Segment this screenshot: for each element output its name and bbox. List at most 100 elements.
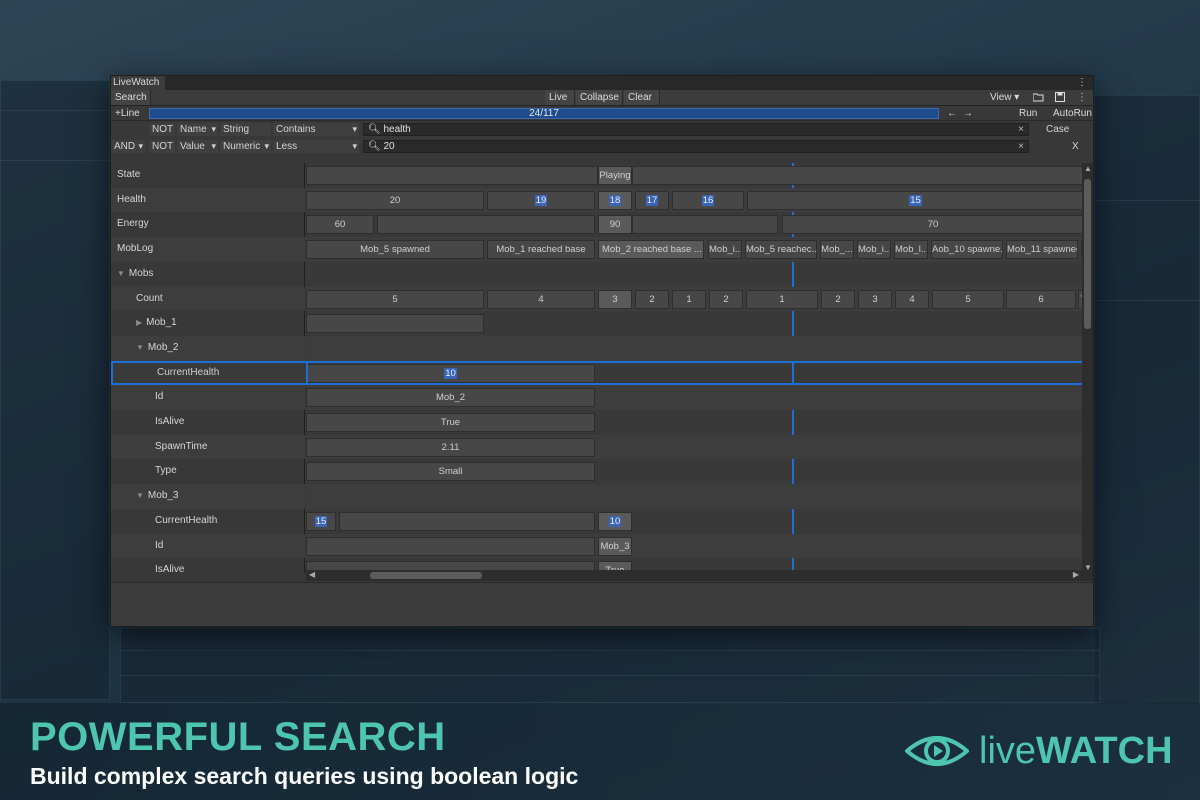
value-cell[interactable]	[306, 314, 484, 334]
value-cell[interactable]: Small	[306, 462, 595, 482]
live-button[interactable]: Live	[545, 90, 575, 105]
row-label[interactable]: ▼ Mob_2	[111, 335, 305, 361]
value-cell[interactable]: Mob_2 reached base ...	[598, 240, 704, 260]
value-cell[interactable]: Aob_10 spawne...	[931, 240, 1003, 260]
collapsed-triangle-icon[interactable]: ▶	[136, 318, 142, 327]
value-cell[interactable]: 10	[598, 511, 632, 531]
value-cell[interactable]	[339, 511, 595, 531]
vertical-scrollbar[interactable]: ▲ ▼	[1082, 163, 1093, 573]
value-cell[interactable]	[632, 166, 1084, 185]
value-cell[interactable]: Mob_2	[306, 388, 595, 408]
horizontal-scrollbar[interactable]: ◀ ▶	[306, 570, 1093, 581]
clear-icon[interactable]: ×	[1018, 141, 1024, 152]
value-cell[interactable]: 17	[635, 190, 669, 210]
field-dropdown[interactable]: Value	[177, 140, 218, 153]
search-icon: 🔍︎	[368, 124, 381, 135]
row-label[interactable]: ▶ Mob_1	[111, 311, 305, 336]
value-cell[interactable]	[377, 215, 595, 235]
search-button[interactable]: Search	[111, 90, 151, 105]
expanded-triangle-icon[interactable]: ▼	[117, 269, 125, 278]
horizontal-scroll-thumb[interactable]	[370, 572, 482, 579]
value-cell[interactable]: 5	[932, 289, 1004, 309]
open-folder-icon[interactable]	[1029, 90, 1045, 105]
more-menu-icon[interactable]: ⋮	[1073, 90, 1087, 105]
value-cell[interactable]: 15	[306, 511, 336, 531]
value-cell[interactable]: 2.11	[306, 437, 595, 457]
scroll-up-icon[interactable]: ▲	[1084, 164, 1092, 173]
value-cell[interactable]: 70	[782, 215, 1084, 235]
vertical-scroll-thumb[interactable]	[1084, 179, 1091, 329]
value-cell[interactable]: 6	[1006, 289, 1076, 309]
search-input[interactable]: 🔍︎ health ×	[363, 123, 1029, 136]
prev-arrow-icon[interactable]: ←	[943, 106, 957, 121]
value-cell[interactable]: Mob_11 spawnec..	[1006, 240, 1078, 260]
value-cell[interactable]: 4	[895, 289, 929, 309]
view-dropdown[interactable]: View ▾	[986, 90, 1026, 105]
value-cell[interactable]: 90	[598, 215, 632, 235]
value-cell[interactable]: Mob_i...	[708, 240, 742, 260]
save-icon[interactable]	[1051, 90, 1067, 105]
value-cell[interactable]: 18	[598, 190, 632, 210]
value-cell[interactable]	[632, 215, 778, 235]
case-toggle[interactable]: Case	[1043, 123, 1073, 136]
clear-button[interactable]: Clear	[624, 90, 660, 105]
banner-headline: POWERFUL SEARCH	[30, 715, 446, 759]
window-tab[interactable]: LiveWatch	[111, 76, 165, 90]
value-cell[interactable]: Mob_1 reached base	[487, 240, 595, 260]
value-cell[interactable]: 5	[306, 289, 484, 309]
row-label: Id	[111, 533, 305, 559]
expanded-triangle-icon[interactable]: ▼	[136, 491, 144, 500]
scroll-left-icon[interactable]: ◀	[309, 570, 315, 579]
value-row	[306, 484, 1093, 509]
value-cell[interactable]: True	[306, 413, 595, 432]
value-cell[interactable]: 16	[672, 190, 744, 210]
logic-dropdown[interactable]: AND	[111, 140, 145, 153]
selected-row-label[interactable]: CurrentHealth	[111, 360, 306, 385]
add-line-button[interactable]: +Line	[111, 106, 145, 121]
next-arrow-icon[interactable]: →	[959, 106, 973, 121]
operator-dropdown[interactable]: Less	[273, 140, 359, 153]
value-cell[interactable]: 2	[635, 289, 669, 309]
field-dropdown[interactable]: Name	[177, 123, 218, 136]
value-cell[interactable]: Mob_i...	[857, 240, 891, 260]
collapse-button[interactable]: Collapse	[576, 90, 623, 105]
value-cell[interactable]: Mob_5 reachec...	[745, 240, 817, 260]
search-match-highlight: 10	[608, 515, 622, 527]
value-cell[interactable]: 15	[747, 190, 1084, 210]
expanded-triangle-icon[interactable]: ▼	[136, 343, 144, 352]
scroll-right-icon[interactable]: ▶	[1073, 570, 1079, 579]
value-cell[interactable]: 4	[487, 289, 595, 309]
value-cell[interactable]	[306, 166, 598, 185]
row-label[interactable]: ▼ Mobs	[111, 262, 305, 287]
value-cell[interactable]: Playing	[598, 166, 632, 185]
type-dropdown[interactable]: Numeric	[220, 140, 271, 153]
value-cell[interactable]	[306, 536, 595, 556]
not-toggle[interactable]: NOT	[149, 140, 175, 153]
value-cell[interactable]: 1	[746, 289, 818, 309]
autorun-button[interactable]: AutoRun	[1049, 106, 1093, 121]
value-cell[interactable]: 20	[306, 190, 484, 210]
value-cell[interactable]: 3	[598, 289, 632, 309]
value-cell[interactable]: Mob_3	[598, 536, 632, 556]
value-cell[interactable]: 2	[821, 289, 855, 309]
clear-icon[interactable]: ×	[1018, 124, 1024, 135]
value-cell[interactable]: Mob_...	[820, 240, 854, 260]
value-cell[interactable]: 19	[487, 190, 595, 210]
value-cell[interactable]: Mob_5 spawned	[306, 240, 484, 260]
value-cell[interactable]: 2	[709, 289, 743, 309]
not-toggle[interactable]: NOT	[149, 123, 175, 136]
value-cell[interactable]: 60	[306, 215, 374, 235]
run-button[interactable]: Run	[1015, 106, 1045, 121]
row-label-text: Mobs	[128, 267, 154, 279]
row-label[interactable]: ▼ Mob_3	[111, 484, 305, 509]
value-input[interactable]: 🔍︎ 20 ×	[363, 140, 1029, 153]
value-cell[interactable]: 3	[858, 289, 892, 309]
value-cell[interactable]: Mob_l...	[894, 240, 928, 260]
window-menu-icon[interactable]: ⋮	[1077, 77, 1087, 88]
search-match-highlight: 18	[608, 194, 622, 206]
logo-wordmark: liveWATCH	[979, 731, 1173, 771]
value-cell[interactable]: 1	[672, 289, 706, 309]
operator-dropdown[interactable]: Contains	[273, 123, 359, 136]
type-label[interactable]: String	[220, 123, 271, 136]
close-query-button[interactable]: X	[1069, 140, 1083, 153]
